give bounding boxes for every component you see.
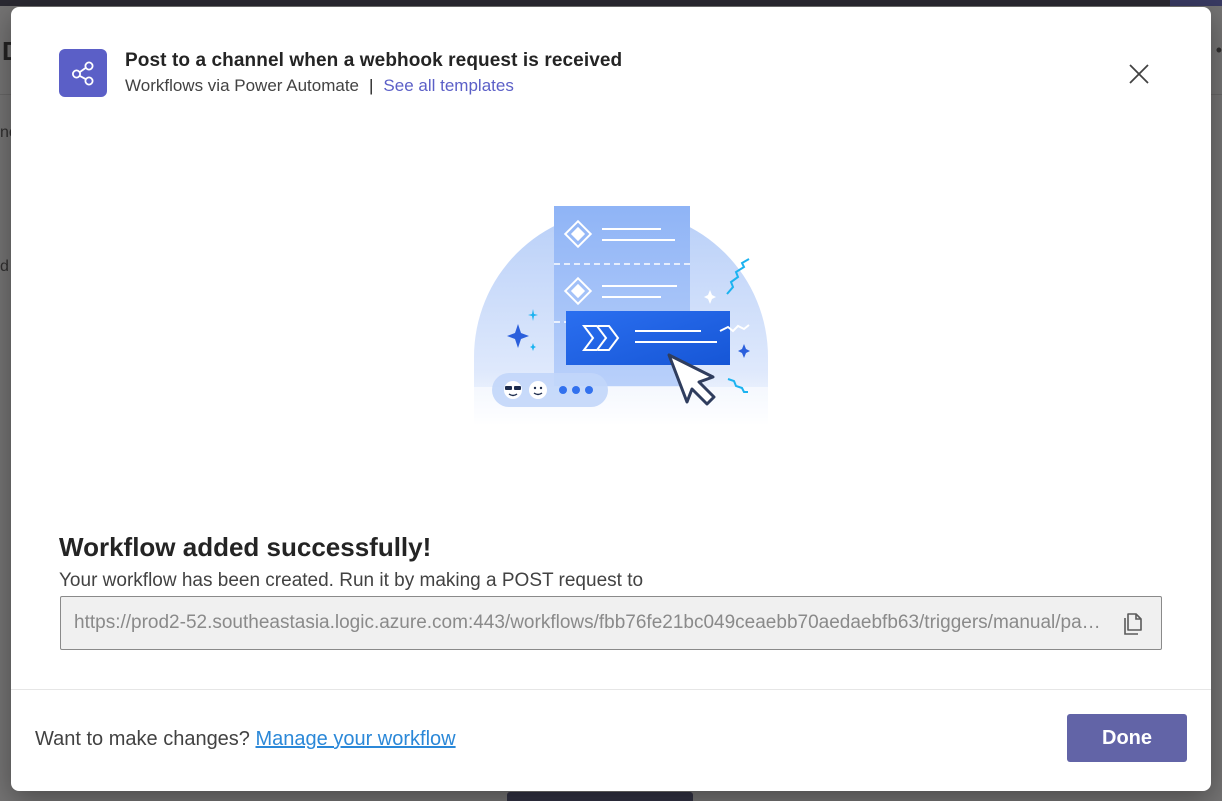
workflow-illustration [451, 206, 771, 427]
dialog-subtitle: Workflows via Power Automate [125, 76, 359, 95]
workflow-dialog: Post to a channel when a webhook request… [11, 7, 1211, 791]
success-description: Your workflow has been created. Run it b… [59, 570, 644, 591]
manage-workflow-link[interactable]: Manage your workflow [256, 728, 456, 750]
success-heading: Workflow added successfully! [59, 532, 432, 562]
dialog-title: Post to a channel when a webhook request… [125, 50, 623, 71]
footer-divider [11, 689, 1211, 690]
close-button[interactable] [1125, 60, 1153, 88]
done-button[interactable]: Done [1067, 714, 1187, 762]
subtitle-separator: | [369, 76, 374, 95]
dialog-subtitle-row: Workflows via Power Automate | See all t… [125, 76, 514, 96]
footer-prompt-row: Want to make changes? Manage your workfl… [35, 728, 456, 751]
see-all-templates-link[interactable]: See all templates [383, 76, 513, 96]
share-nodes-icon [59, 49, 107, 97]
webhook-url-field[interactable]: https://prod2-52.southeastasia.logic.azu… [60, 596, 1162, 650]
copy-icon [1124, 613, 1142, 635]
webhook-url[interactable]: https://prod2-52.southeastasia.logic.azu… [74, 612, 1104, 634]
close-icon [1129, 64, 1149, 84]
copy-url-button[interactable] [1121, 610, 1147, 638]
footer-prompt: Want to make changes? [35, 728, 256, 750]
